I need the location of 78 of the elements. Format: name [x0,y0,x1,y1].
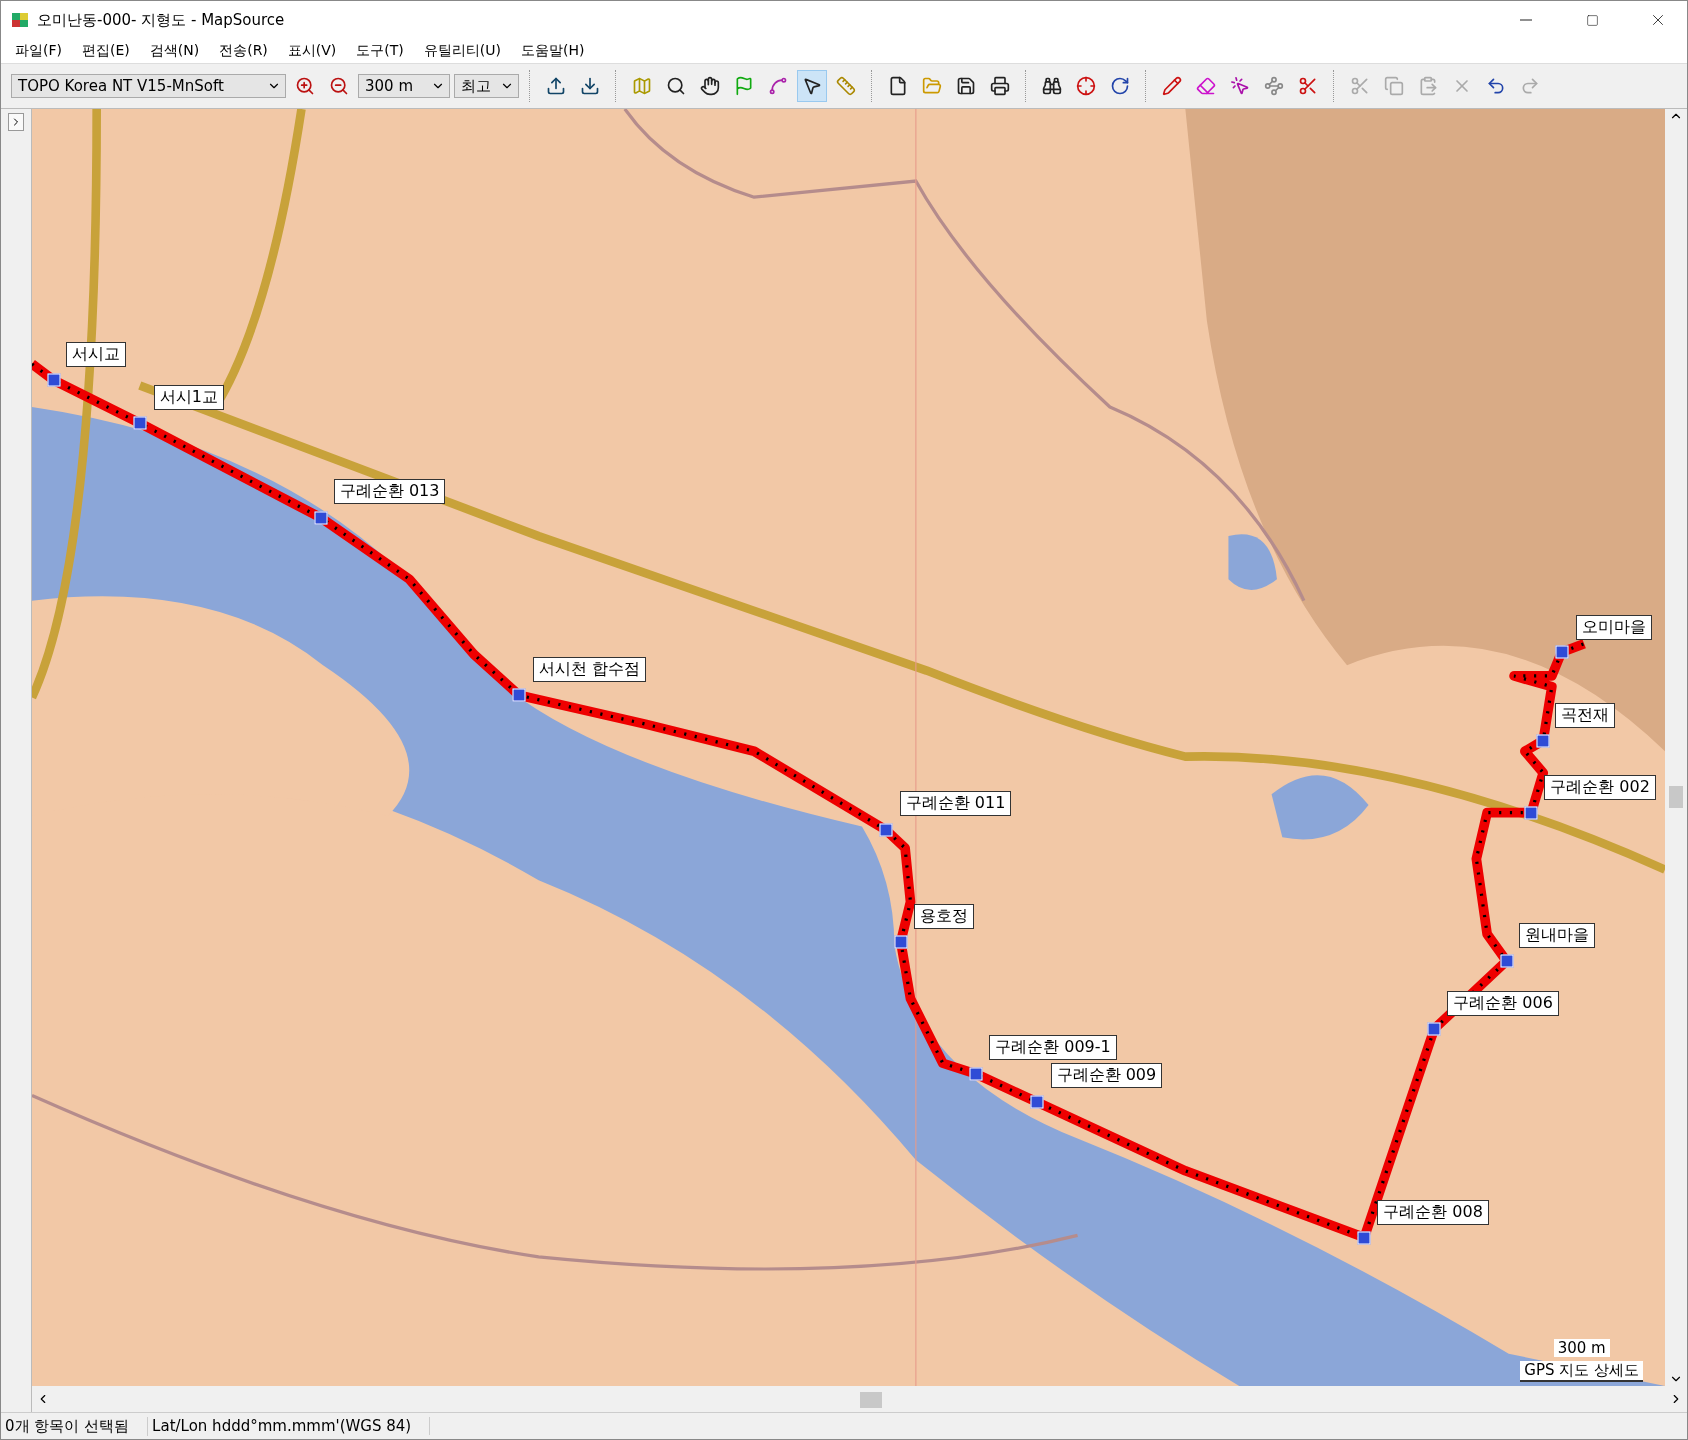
waypoint-label: 서시교 [66,342,127,368]
detail-dropdown[interactable]: 최고 [454,74,519,98]
waypoint-icon[interactable] [879,823,893,837]
waypoint-icon[interactable] [512,688,526,702]
upload-icon [546,76,566,96]
map-product-dropdown[interactable]: TOPO Korea NT V15-MnSoft [11,74,286,98]
copy-icon [1384,76,1404,96]
eraser-icon [1196,76,1216,96]
app-icon [11,11,29,29]
flag-icon [734,76,754,96]
scissors-icon [1298,76,1318,96]
binoculars-icon [1042,76,1062,96]
waypoint-label: 서시천 합수점 [533,656,647,682]
zoom-scale-dropdown[interactable]: 300 m [358,74,450,98]
status-text: Lat/Lon hddd°mm.mmm'(WGS 84) [148,1417,431,1435]
download-icon [580,76,600,96]
expand-panel-button[interactable] [8,113,24,131]
maximize-icon [1585,13,1599,27]
waypoint-label: 서시1교 [153,385,224,411]
waypoint-label: 구례순환 008 [1377,1199,1489,1225]
paste-icon [1418,76,1438,96]
hand-icon [700,76,720,96]
new-file-icon [888,76,908,96]
undo-icon [1486,76,1506,96]
pointer-icon [802,76,822,96]
zoom-in-icon [295,76,315,96]
map-detail-label: GPS 지도 상세도 [1520,1361,1643,1382]
waypoint-label: 구례순환 013 [333,479,446,505]
waypoint-icon[interactable] [1357,1231,1371,1245]
scrollbar-thumb[interactable] [1669,785,1683,808]
pointer-lasso-icon [1230,76,1250,96]
cut-icon [1350,76,1370,96]
waypoint-icon[interactable] [1427,1022,1441,1036]
map-icon [632,76,652,96]
waypoint-label: 용호정 [913,904,974,930]
binoculars-arrow-icon [1110,76,1130,96]
waypoint-icon[interactable] [894,935,908,949]
window-title: 오미난동-000- 지형도 - MapSource [37,10,286,30]
waypoint-icon[interactable] [47,373,61,387]
path-icon [1264,76,1284,96]
menu-item[interactable]: 도구(T) [346,42,414,60]
scale-label: 300 m [1553,1339,1610,1357]
waypoint-label: 구례순환 009-1 [989,1035,1117,1061]
magnifier-icon [666,76,686,96]
menu-item[interactable]: 표시(V) [277,42,347,60]
waypoint-icon[interactable] [314,511,328,525]
waypoint-label: 곡전재 [1555,702,1616,728]
scrollbar-thumb[interactable] [859,1392,882,1408]
waypoint-label: 원내마을 [1519,923,1596,949]
waypoint-label: 구례순환 011 [899,791,1012,817]
binoculars-crosshair-icon [1076,76,1096,96]
waypoint-label: 구례순환 009 [1050,1063,1163,1089]
ruler-icon [836,76,856,96]
menu-item[interactable]: 전송(R) [209,42,278,60]
menu-item[interactable]: 도움말(H) [511,42,595,60]
print-icon [990,76,1010,96]
route-icon [768,76,788,96]
waypoint-icon[interactable] [969,1067,983,1081]
menu-item[interactable]: 편집(E) [72,42,140,60]
redo-icon [1520,76,1540,96]
pointer-button[interactable] [797,70,827,102]
waypoint-icon[interactable] [1500,954,1514,968]
menu-item[interactable]: 유틸리티(U) [413,42,511,60]
save-icon [956,76,976,96]
menu-item[interactable]: 파일(F) [5,42,72,60]
waypoint-icon[interactable] [1555,645,1568,659]
zoom-out-icon [329,76,349,96]
waypoint-icon[interactable] [133,416,147,430]
waypoint-icon[interactable] [1030,1095,1044,1109]
waypoint-icon[interactable] [1524,806,1538,820]
minimize-icon [1520,19,1532,21]
open-folder-icon [922,76,942,96]
waypoint-icon[interactable] [1536,734,1550,747]
waypoint-label: 구례순환 006 [1447,991,1559,1017]
status-text: 0개 항목이 선택됨 [1,1416,149,1436]
menu-item[interactable]: 검색(N) [139,42,210,60]
pencil-icon [1162,76,1182,96]
waypoint-label: 구례순환 002 [1544,774,1656,800]
